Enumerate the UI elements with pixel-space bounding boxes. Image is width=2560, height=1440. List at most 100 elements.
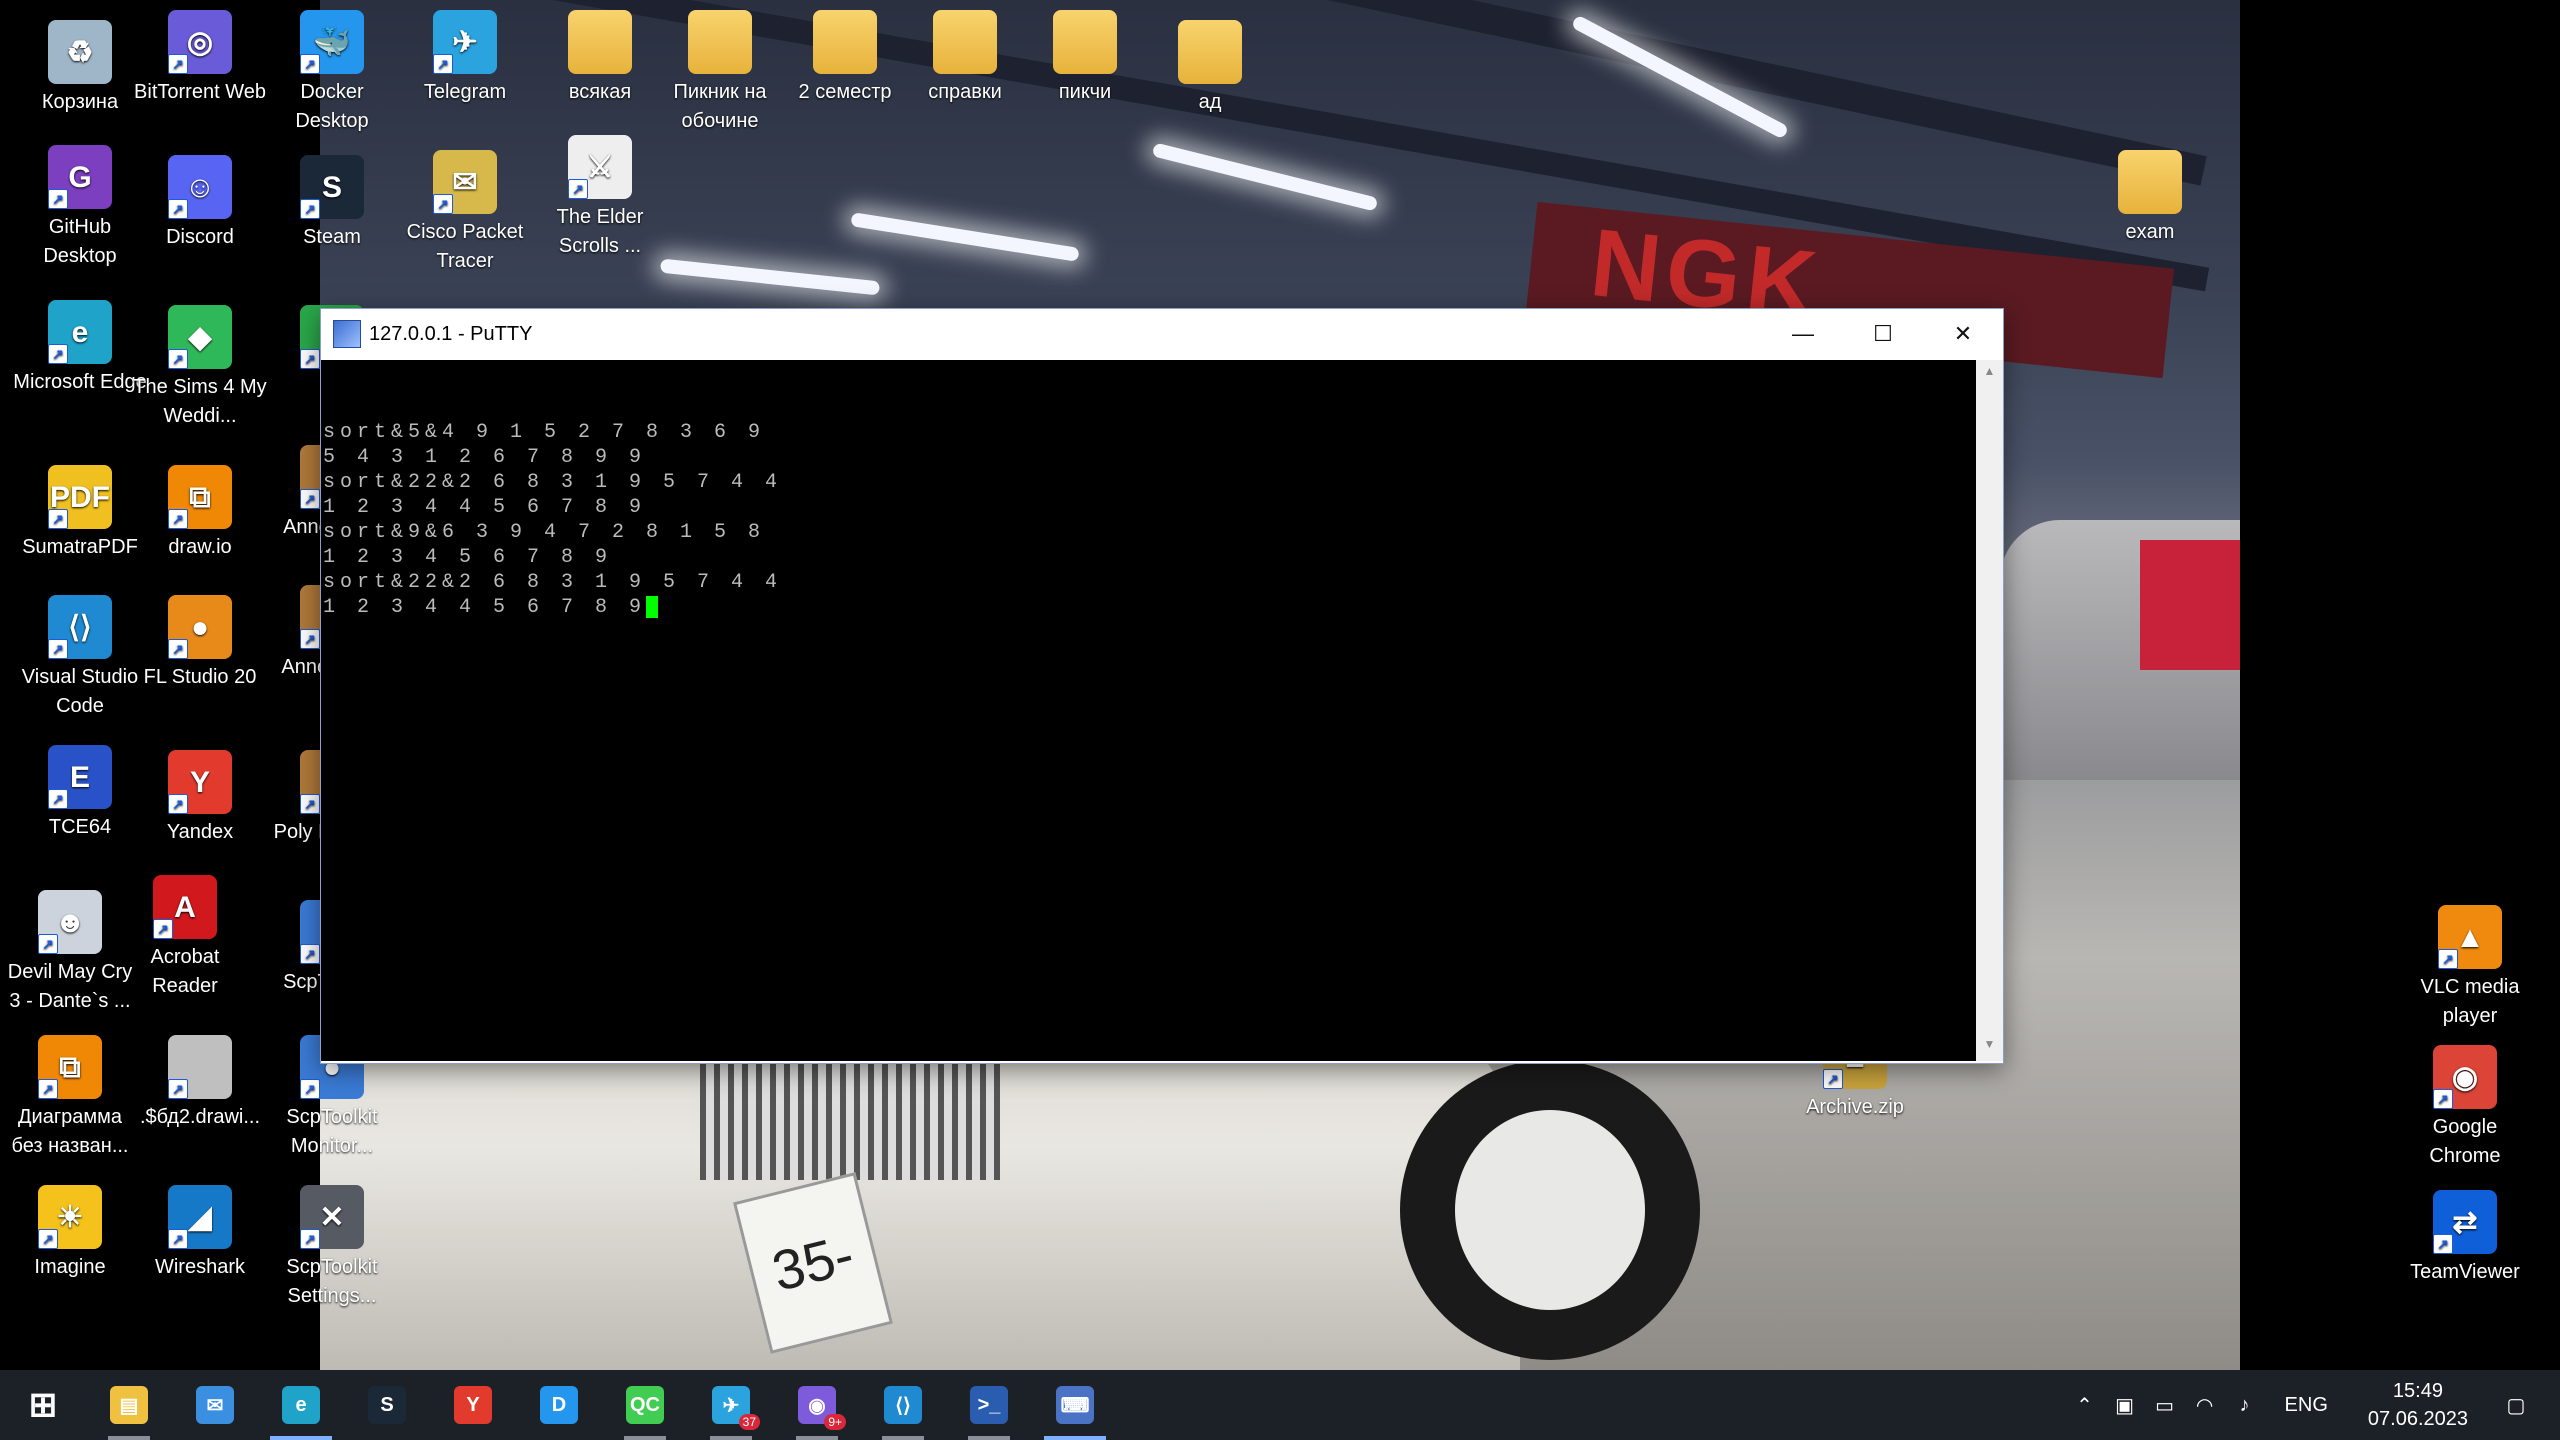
shortcut-arrow-icon: ↗ (168, 349, 188, 369)
desktop-icon[interactable]: G ↗ GitHub Desktop (10, 145, 150, 271)
desktop-icon[interactable]: ▲ ↗ VLC media player (2400, 905, 2540, 1031)
yandex-icon: Y ↗ (168, 750, 232, 814)
desktop-icon[interactable]: ⧉ ↗ Диаграмма без назван... (0, 1035, 140, 1161)
desktop-icon[interactable]: ◎ ↗ BitTorrent Web (130, 10, 270, 107)
terminal-line: sort&9&6 3 9 4 7 2 8 1 5 8 (323, 520, 782, 545)
clock[interactable]: 15:49 07.06.2023 (2368, 1377, 2468, 1433)
acrobat-icon: A ↗ (153, 875, 217, 939)
desktop-icon[interactable]: e ↗ Microsoft Edge (10, 300, 150, 397)
desktop-icon[interactable]: пикчи (1015, 10, 1155, 107)
desktop-icon[interactable]: E ↗ TCE64 (10, 745, 150, 842)
notifications-icon[interactable]: ▢ (2496, 1393, 2536, 1418)
taskbar-qt-creator-button[interactable]: QC (602, 1370, 688, 1440)
maximize-button[interactable]: ☐ (1843, 309, 1923, 359)
desktop-icon[interactable]: PDF ↗ SumatraPDF (10, 465, 150, 562)
desktop-icon-label: Acrobat Reader (150, 946, 220, 997)
terminal-output: sort&5&4 9 1 5 2 7 8 3 6 95 4 3 1 2 6 7 … (323, 420, 782, 620)
desktop-icon[interactable]: ☀ ↗ Imagine (0, 1185, 140, 1282)
desktop-icon[interactable]: ✉ ↗ Cisco Packet Tracer (395, 150, 535, 276)
taskbar-discord-button[interactable]: ◉ 9+ (774, 1370, 860, 1440)
desktop-icon[interactable]: всякая (530, 10, 670, 107)
desktop-icon[interactable]: ◉ ↗ Google Chrome (2395, 1045, 2535, 1171)
desktop-icon[interactable]: exam (2080, 150, 2220, 247)
docker-icon: D (540, 1386, 578, 1424)
desktop-icon[interactable]: ⇄ ↗ TeamViewer (2395, 1190, 2535, 1287)
desktop-icon-label: Discord (166, 226, 234, 248)
desktop-icon[interactable]: ◆ ↗ The Sims 4 My Weddi... (130, 305, 270, 431)
file-explorer-icon: ▤ (110, 1386, 148, 1424)
file-icon: ↗ (168, 1035, 232, 1099)
desktop-icon[interactable]: ⟨⟩ ↗ Visual Studio Code (10, 595, 150, 721)
taskbar-vscode-button[interactable]: ⟨⟩ (860, 1370, 946, 1440)
taskbar-telegram-button[interactable]: ✈ 37 (688, 1370, 774, 1440)
terminal[interactable]: sort&5&4 9 1 5 2 7 8 3 6 95 4 3 1 2 6 7 … (321, 360, 1976, 1061)
shortcut-arrow-icon: ↗ (300, 54, 320, 74)
taskbar: ⊞ ▤ ✉ e S Y D QC ✈ 37 ◉ 9+ ⟨⟩ >_ ⌨ ⌃ ▣ ▭ ◠ ♪ ENG 15:49… (0, 1370, 2560, 1440)
desktop-icon[interactable]: ◢ ↗ Wireshark (130, 1185, 270, 1282)
desktop-icon[interactable]: справки (895, 10, 1035, 107)
desktop-icon[interactable]: ♻ Корзина (10, 20, 150, 117)
desktop-icon[interactable]: 🐳 ↗ Docker Desktop (262, 10, 402, 136)
imagine-icon: ☀ ↗ (38, 1185, 102, 1249)
wifi-icon[interactable]: ◠ (2185, 1393, 2225, 1418)
shortcut-arrow-icon: ↗ (1823, 1069, 1843, 1089)
desktop-icon[interactable]: Y ↗ Yandex (130, 750, 270, 847)
desktop-icon[interactable]: Пикник на обочине (650, 10, 790, 136)
desktop-icon-label: TeamViewer (2410, 1261, 2520, 1283)
desktop-icon[interactable]: ⚔ ↗ The Elder Scrolls ... (530, 135, 670, 261)
drawio-icon: ⧉ ↗ (38, 1035, 102, 1099)
close-button[interactable]: ✕ (1923, 309, 2003, 359)
desktop-icon[interactable]: ад (1140, 20, 1280, 117)
scrollbar[interactable]: ▲ ▼ (1976, 360, 2003, 1061)
taskbar-steam-button[interactable]: S (344, 1370, 430, 1440)
desktop-icon[interactable]: ⧉ ↗ draw.io (130, 465, 270, 562)
shortcut-arrow-icon: ↗ (48, 509, 68, 529)
terminal-line: 5 4 3 1 2 6 7 8 9 9 (323, 445, 782, 470)
taskbar-mail-button[interactable]: ✉ (172, 1370, 258, 1440)
edge-icon: e (282, 1386, 320, 1424)
desktop-icon[interactable]: 2 семестр (775, 10, 915, 107)
desktop-icon[interactable]: A ↗ Acrobat Reader (115, 875, 255, 1001)
desktop-icon[interactable]: ☺ ↗ Discord (130, 155, 270, 252)
taskbar-start-button[interactable]: ⊞ (0, 1370, 86, 1440)
terminal-line-text: sort&22&2 6 8 3 1 9 5 7 4 4 (323, 471, 783, 494)
taskbar-docker-button[interactable]: D (516, 1370, 602, 1440)
desktop-icon-label: Imagine (34, 1256, 106, 1278)
docker-icon: 🐳 ↗ (300, 10, 364, 74)
desktop-icon-label: Cisco Packet Tracer (406, 221, 524, 272)
folder-icon (813, 10, 877, 74)
folder-icon (568, 10, 632, 74)
desktop-icon-label: The Elder Scrolls ... (556, 206, 644, 257)
putty-window[interactable]: 127.0.0.1 - PuTTY — ☐ ✕ sort&5&4 9 1 5 2… (320, 308, 2004, 1064)
shortcut-arrow-icon: ↗ (568, 179, 588, 199)
scroll-down-icon[interactable]: ▼ (1976, 1037, 2003, 1057)
terminal-line: sort&5&4 9 1 5 2 7 8 3 6 9 (323, 420, 782, 445)
desktop-icon[interactable]: S ↗ Steam (262, 155, 402, 252)
date: 07.06.2023 (2367, 1408, 2468, 1430)
desktop-icon[interactable]: ✈ ↗ Telegram (395, 10, 535, 107)
shortcut-arrow-icon: ↗ (168, 509, 188, 529)
title-bar[interactable]: 127.0.0.1 - PuTTY — ☐ ✕ (321, 309, 2003, 359)
taskbar-putty-button[interactable]: ⌨ (1032, 1370, 1118, 1440)
desktop-icon[interactable]: ↗ .$бд2.drawi... (130, 1035, 270, 1132)
volume-icon[interactable]: ♪ (2225, 1394, 2265, 1417)
steam-icon: S ↗ (300, 155, 364, 219)
battery-icon[interactable]: ▭ (2145, 1393, 2185, 1418)
desktop-icon-label: VLC media player (2420, 976, 2520, 1027)
taskbar-yandex-button[interactable]: Y (430, 1370, 516, 1440)
desktop-icon[interactable]: ✕ ↗ ScpToolkit Settings... (262, 1185, 402, 1311)
taskbar-file-explorer-button[interactable]: ▤ (86, 1370, 172, 1440)
sims-icon: ◆ ↗ (168, 305, 232, 369)
language-indicator[interactable]: ENG (2285, 1394, 2328, 1417)
taskbar-powershell-button[interactable]: >_ (946, 1370, 1032, 1440)
chevron-up-icon[interactable]: ⌃ (2065, 1393, 2105, 1418)
minimize-button[interactable]: — (1763, 309, 1843, 359)
notification-badge: 9+ (824, 1414, 846, 1430)
camera-icon[interactable]: ▣ (2105, 1393, 2145, 1418)
taskbar-edge-button[interactable]: e (258, 1370, 344, 1440)
shortcut-arrow-icon: ↗ (48, 344, 68, 364)
scroll-up-icon[interactable]: ▲ (1976, 364, 2003, 384)
discord-icon: ☺ ↗ (168, 155, 232, 219)
desktop-icon[interactable]: ● ↗ FL Studio 20 (130, 595, 270, 692)
desktop-icon-label: пикчи (1058, 81, 1112, 103)
